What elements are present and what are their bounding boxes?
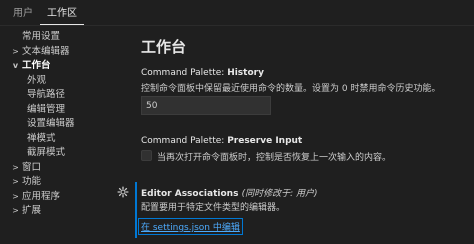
chevron-right-icon: > bbox=[12, 206, 19, 215]
setting-description-editor-associations: 配置要用于特定文件类型的编辑器。 bbox=[141, 203, 286, 213]
setting-description-preserve-input: 当再次打开命令面板时，控制是否恢复上一次输入的内容。 bbox=[157, 153, 392, 163]
focus-indicator bbox=[135, 182, 137, 238]
tree-item-workbench[interactable]: v 工作台 bbox=[0, 59, 126, 74]
history-number-input[interactable] bbox=[141, 96, 271, 115]
tree-item-features[interactable]: > 功能 bbox=[0, 175, 126, 190]
chevron-right-icon: > bbox=[12, 177, 19, 186]
setting-title-history: Command Palette: History bbox=[141, 68, 264, 78]
settings-toc-tree: 常用设置 > 文本编辑器 v 工作台 外观 导航路径 编辑管理 设置编辑器 禅模… bbox=[0, 30, 126, 244]
setting-title-editor-associations: Editor Associations (同时修改于: 用户) bbox=[141, 186, 318, 199]
setting-name: History bbox=[227, 68, 264, 78]
chevron-down-icon: v bbox=[12, 61, 19, 70]
tree-item-label: 功能 bbox=[22, 176, 42, 187]
tree-item-label: 设置编辑器 bbox=[27, 118, 75, 129]
tab-workspace[interactable]: 工作区 bbox=[40, 4, 84, 25]
tree-item-zen-mode[interactable]: 禅模式 bbox=[0, 132, 126, 147]
tree-item-label: 应用程序 bbox=[22, 190, 61, 202]
tree-item-label: 外观 bbox=[27, 74, 47, 86]
tree-item-extensions[interactable]: > 扩展 bbox=[0, 204, 126, 219]
setting-name: Preserve Input bbox=[227, 136, 303, 146]
modified-elsewhere-note[interactable]: (同时修改于: 用户) bbox=[242, 189, 318, 199]
setting-description-history: 控制命令面板中保留最近使用命令的数量。设置为 0 时禁用命令历史功能。 bbox=[141, 84, 441, 94]
tree-item-window[interactable]: > 窗口 bbox=[0, 161, 126, 176]
gear-icon[interactable] bbox=[117, 186, 129, 198]
tree-item-screencast-mode[interactable]: 截屏模式 bbox=[0, 146, 126, 161]
tree-item-label: 导航路径 bbox=[27, 89, 66, 100]
chevron-right-icon: > bbox=[12, 191, 19, 201]
tree-item-label: 禅模式 bbox=[27, 132, 56, 144]
tree-item-label: 截屏模式 bbox=[27, 147, 66, 158]
tree-item-appearance[interactable]: 外观 bbox=[0, 74, 126, 89]
tree-item-label: 扩展 bbox=[22, 205, 42, 216]
tree-item-editor-management[interactable]: 编辑管理 bbox=[0, 103, 126, 118]
tree-item-label: 工作台 bbox=[22, 60, 51, 71]
setting-title-preserve-input: Command Palette: Preserve Input bbox=[141, 136, 302, 146]
tree-item-label: 常用设置 bbox=[22, 31, 61, 42]
preserve-input-checkbox[interactable] bbox=[141, 150, 152, 161]
chevron-right-icon: > bbox=[12, 46, 19, 56]
chevron-right-icon: > bbox=[12, 162, 19, 172]
tree-item-label: 编辑管理 bbox=[27, 103, 66, 115]
tree-item-application[interactable]: > 应用程序 bbox=[0, 190, 126, 205]
setting-category: Command Palette: bbox=[141, 68, 228, 78]
tab-user[interactable]: 用户 bbox=[6, 4, 40, 25]
page-title: 工作台 bbox=[141, 38, 187, 56]
setting-name: Editor Associations bbox=[141, 189, 239, 199]
settings-content: 工作台 Command Palette: History 控制命令面板中保留最近… bbox=[130, 28, 474, 244]
settings-scope-tabs: 用户 工作区 bbox=[0, 0, 474, 26]
edit-in-settings-json-link[interactable]: 在 settings.json 中编辑 bbox=[138, 218, 243, 235]
tree-item-label: 窗口 bbox=[22, 161, 42, 173]
tree-item-label: 文本编辑器 bbox=[22, 45, 70, 57]
setting-category: Command Palette: bbox=[141, 136, 228, 146]
tree-item-common[interactable]: 常用设置 bbox=[0, 30, 126, 45]
tree-item-breadcrumbs[interactable]: 导航路径 bbox=[0, 88, 126, 103]
tree-item-text-editor[interactable]: > 文本编辑器 bbox=[0, 45, 126, 60]
tree-item-settings-editor[interactable]: 设置编辑器 bbox=[0, 117, 126, 132]
